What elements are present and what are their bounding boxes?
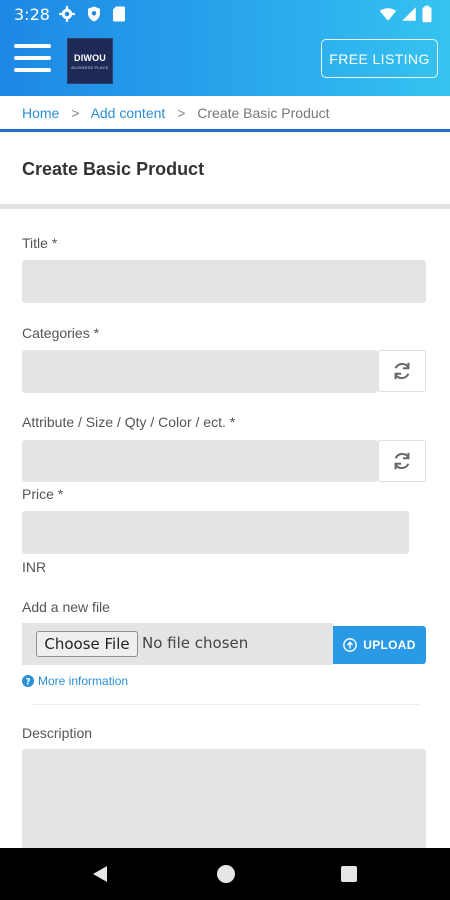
breadcrumb: Home > Add content > Create Basic Produc… <box>0 96 450 132</box>
file-input: Choose File No file chosen <box>22 623 333 665</box>
upload-button[interactable]: UPLOAD <box>333 626 426 664</box>
title-label: Title * <box>22 235 58 251</box>
breadcrumb-add-content-link[interactable]: Add content <box>91 105 166 121</box>
file-status-text: No file chosen <box>142 634 249 652</box>
price-input[interactable] <box>22 511 409 554</box>
recent-apps-icon[interactable] <box>341 866 357 882</box>
system-nav-bar <box>0 848 450 900</box>
sd-card-icon <box>113 6 125 22</box>
breadcrumb-home-link[interactable]: Home <box>22 105 59 121</box>
help-icon: ? <box>22 675 34 687</box>
app-header: 3:28 DIWOU BUSINESS PLACE FREE LISTING <box>0 0 450 96</box>
description-label: Description <box>22 725 93 741</box>
more-info-link[interactable]: ? More information <box>22 674 128 688</box>
attribute-refresh-button[interactable] <box>378 440 426 482</box>
more-info-label: More information <box>38 674 129 688</box>
breadcrumb-current: Create Basic Product <box>197 105 330 121</box>
price-label: Price * <box>22 486 64 502</box>
svg-text:?: ? <box>25 677 30 687</box>
home-icon[interactable] <box>217 865 235 883</box>
logo-text: DIWOU <box>74 52 106 63</box>
settings-icon <box>59 6 75 22</box>
upload-icon <box>343 638 358 652</box>
page-title: Create Basic Product <box>22 159 205 179</box>
breadcrumb-separator: > <box>177 105 186 121</box>
free-listing-button[interactable]: FREE LISTING <box>321 39 438 78</box>
divider <box>32 704 420 705</box>
currency-label: INR <box>22 559 47 575</box>
shield-icon <box>88 6 100 22</box>
upload-label: UPLOAD <box>363 638 416 652</box>
status-bar: 3:28 <box>0 0 450 30</box>
title-input[interactable] <box>22 260 426 303</box>
attribute-select[interactable] <box>22 440 378 482</box>
refresh-icon <box>394 362 410 380</box>
wifi-icon <box>379 8 397 21</box>
categories-label: Categories * <box>22 325 100 341</box>
section-divider <box>0 204 450 209</box>
back-icon[interactable] <box>91 865 109 883</box>
choose-file-button[interactable]: Choose File <box>36 631 138 657</box>
logo-subtext: BUSINESS PLACE <box>71 64 109 70</box>
categories-select[interactable] <box>22 350 378 393</box>
breadcrumb-separator: > <box>71 105 80 121</box>
brand-logo[interactable]: DIWOU BUSINESS PLACE <box>67 38 113 84</box>
categories-refresh-button[interactable] <box>378 350 426 392</box>
attribute-label: Attribute / Size / Qty / Color / ect. * <box>22 414 236 430</box>
file-label: Add a new file <box>22 599 110 615</box>
page-title-bar: Create Basic Product <box>0 135 450 205</box>
battery-icon <box>422 5 432 23</box>
status-time: 3:28 <box>14 5 50 24</box>
description-textarea[interactable] <box>22 749 426 849</box>
signal-icon <box>402 7 416 21</box>
menu-icon[interactable] <box>14 44 52 76</box>
refresh-icon <box>394 452 410 470</box>
